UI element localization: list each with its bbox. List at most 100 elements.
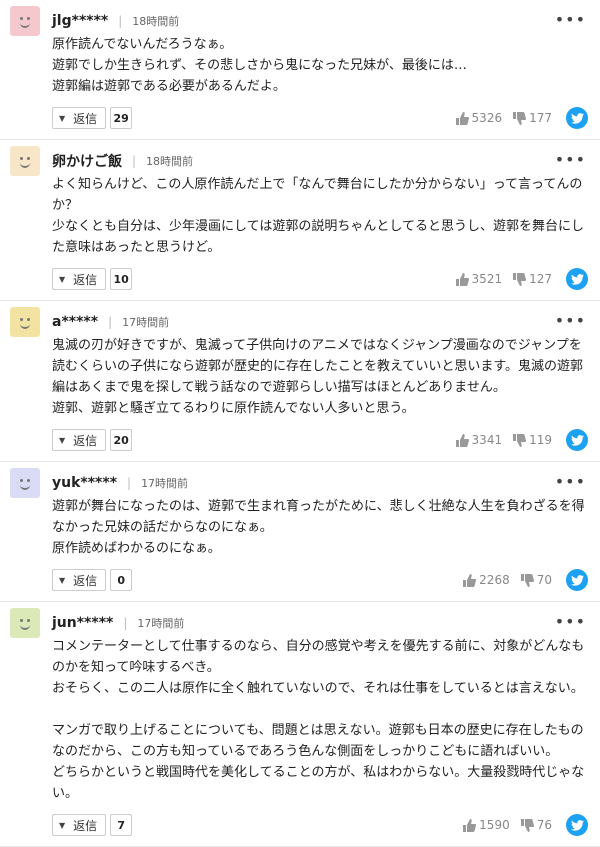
timestamp: 18時間前 bbox=[132, 15, 180, 28]
thumbs-up-icon bbox=[455, 433, 469, 447]
dislike-count: 119 bbox=[529, 433, 552, 447]
avatar-smile bbox=[20, 625, 30, 630]
avatar[interactable] bbox=[10, 146, 40, 176]
comment-item: yuk***** | 17時間前 ••• 遊郭が舞台になったのは、遊郭で生まれ育… bbox=[0, 462, 600, 602]
timestamp: 17時間前 bbox=[122, 316, 170, 329]
dislike-button[interactable]: 177 bbox=[512, 111, 552, 125]
thumbs-up-icon bbox=[455, 111, 469, 125]
comment-item: jlg***** | 18時間前 ••• 原作読んでないんだろうなぁ。 遊郭でし… bbox=[0, 0, 600, 140]
more-options-icon[interactable]: ••• bbox=[555, 472, 586, 491]
thumbs-down-icon bbox=[513, 433, 527, 447]
reply-count: 0 bbox=[110, 569, 133, 591]
like-button[interactable]: 3521 bbox=[455, 272, 503, 286]
timestamp: 18時間前 bbox=[146, 155, 194, 168]
dislike-count: 76 bbox=[536, 818, 552, 832]
avatar[interactable] bbox=[10, 468, 40, 498]
comment-text: よく知らんけど、この人原作読んだ上で「なんで舞台にしたか分からない」って言ってん… bbox=[52, 177, 584, 255]
comment-list: jlg***** | 18時間前 ••• 原作読んでないんだろうなぁ。 遊郭でし… bbox=[0, 0, 600, 847]
avatar-eye bbox=[27, 619, 30, 622]
reply-label: 返信 bbox=[73, 433, 98, 448]
like-button[interactable]: 5326 bbox=[455, 111, 503, 125]
avatar[interactable] bbox=[10, 608, 40, 638]
avatar-eye bbox=[27, 318, 30, 321]
chevron-down-icon: ▼ bbox=[59, 113, 66, 123]
comment-item: jun***** | 17時間前 ••• コメンテーターとして仕事するのなら、自… bbox=[0, 602, 600, 847]
avatar-smile bbox=[20, 485, 30, 490]
reply-count: 20 bbox=[110, 429, 133, 451]
separator: | bbox=[132, 154, 137, 168]
like-button[interactable]: 2268 bbox=[462, 573, 510, 587]
avatar[interactable] bbox=[10, 307, 40, 337]
username[interactable]: yuk***** bbox=[52, 475, 117, 491]
avatar-smile bbox=[20, 23, 30, 28]
twitter-bird-icon bbox=[570, 434, 584, 446]
like-count: 5326 bbox=[471, 111, 503, 125]
thumbs-down-icon bbox=[513, 272, 527, 286]
twitter-bird-icon bbox=[570, 273, 584, 285]
like-button[interactable]: 3341 bbox=[455, 433, 503, 447]
dislike-count: 177 bbox=[529, 111, 552, 125]
chevron-down-icon: ▼ bbox=[59, 820, 66, 830]
username[interactable]: a***** bbox=[52, 314, 98, 330]
like-button[interactable]: 1590 bbox=[462, 818, 510, 832]
thumbs-down-icon bbox=[520, 573, 534, 587]
comment-text: 遊郭が舞台になったのは、遊郭で生まれ育ったがために、悲しく壮絶な人生を負わざるを… bbox=[52, 499, 585, 556]
more-options-icon[interactable]: ••• bbox=[555, 311, 586, 330]
more-options-icon[interactable]: ••• bbox=[555, 10, 586, 29]
twitter-share-button[interactable] bbox=[566, 814, 588, 836]
avatar-eye bbox=[20, 479, 23, 482]
separator: | bbox=[108, 315, 113, 329]
avatar-eye bbox=[27, 157, 30, 160]
username[interactable]: 卵かけご飯 bbox=[52, 151, 122, 171]
dislike-button[interactable]: 70 bbox=[520, 573, 552, 587]
twitter-bird-icon bbox=[570, 819, 584, 831]
twitter-bird-icon bbox=[570, 112, 584, 124]
thumbs-up-icon bbox=[463, 818, 477, 832]
avatar-eye bbox=[27, 17, 30, 20]
username[interactable]: jlg***** bbox=[52, 13, 108, 29]
avatar[interactable] bbox=[10, 6, 40, 36]
avatar-eye bbox=[20, 619, 23, 622]
like-count: 3521 bbox=[471, 272, 503, 286]
dislike-count: 127 bbox=[529, 272, 552, 286]
twitter-share-button[interactable] bbox=[566, 268, 588, 290]
reply-label: 返信 bbox=[73, 818, 98, 833]
chevron-down-icon: ▼ bbox=[59, 575, 66, 585]
reply-button[interactable]: ▼ 返信 bbox=[52, 814, 107, 836]
twitter-share-button[interactable] bbox=[566, 569, 588, 591]
username[interactable]: jun***** bbox=[52, 615, 113, 631]
comment-text: 原作読んでないんだろうなぁ。 遊郭でしか生きられず、その悲しさから鬼になった兄妹… bbox=[52, 37, 467, 94]
avatar-eye bbox=[27, 479, 30, 482]
reply-label: 返信 bbox=[73, 573, 98, 588]
comment-text: 鬼滅の刃が好きですが、鬼滅って子供向けのアニメではなくジャンプ漫画なのでジャンプ… bbox=[52, 338, 584, 416]
avatar-eye bbox=[20, 17, 23, 20]
like-count: 3341 bbox=[471, 433, 503, 447]
dislike-button[interactable]: 127 bbox=[512, 272, 552, 286]
reply-count: 29 bbox=[110, 107, 133, 129]
reply-button[interactable]: ▼ 返信 bbox=[52, 569, 107, 591]
avatar-eye bbox=[20, 318, 23, 321]
reply-count: 10 bbox=[110, 268, 133, 290]
separator: | bbox=[127, 476, 132, 490]
dislike-button[interactable]: 119 bbox=[512, 433, 552, 447]
comment-text: コメンテーターとして仕事するのなら、自分の感覚や考えを優先する前に、対象がどんな… bbox=[52, 639, 585, 801]
like-count: 1590 bbox=[479, 818, 510, 832]
like-count: 2268 bbox=[479, 573, 510, 587]
reply-button[interactable]: ▼ 返信 bbox=[52, 268, 107, 290]
thumbs-down-icon bbox=[513, 111, 527, 125]
reply-button[interactable]: ▼ 返信 bbox=[52, 107, 107, 129]
avatar-smile bbox=[20, 324, 30, 329]
comment-item: a***** | 17時間前 ••• 鬼滅の刃が好きですが、鬼滅って子供向けのア… bbox=[0, 301, 600, 462]
twitter-share-button[interactable] bbox=[566, 429, 588, 451]
timestamp: 17時間前 bbox=[137, 617, 185, 630]
comment-item: 卵かけご飯 | 18時間前 ••• よく知らんけど、この人原作読んだ上で「なんで… bbox=[0, 140, 600, 301]
timestamp: 17時間前 bbox=[141, 477, 189, 490]
reply-button[interactable]: ▼ 返信 bbox=[52, 429, 107, 451]
chevron-down-icon: ▼ bbox=[59, 435, 66, 445]
reply-label: 返信 bbox=[73, 272, 98, 287]
more-options-icon[interactable]: ••• bbox=[555, 150, 586, 169]
more-options-icon[interactable]: ••• bbox=[555, 612, 586, 631]
dislike-button[interactable]: 76 bbox=[520, 818, 552, 832]
twitter-share-button[interactable] bbox=[566, 107, 588, 129]
thumbs-up-icon bbox=[455, 272, 469, 286]
